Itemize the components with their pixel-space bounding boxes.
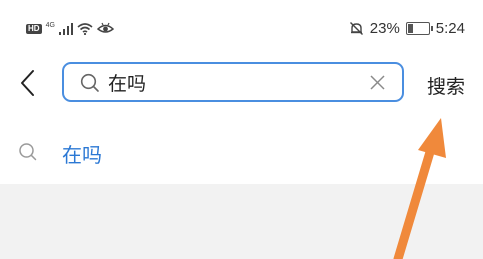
clear-button[interactable]	[369, 74, 386, 91]
search-icon	[19, 143, 37, 161]
network-type: 4G	[45, 22, 55, 29]
suggestion-text: 在吗	[62, 143, 102, 167]
status-bar: HD 4G 23% 5:24	[0, 0, 483, 56]
back-arrow-icon	[21, 70, 34, 96]
clock: 5:24	[435, 20, 465, 37]
status-left: HD 4G	[26, 22, 114, 35]
back-button[interactable]	[14, 68, 44, 98]
close-icon	[370, 75, 385, 90]
signal-icon	[58, 22, 73, 35]
battery-percent: 23%	[369, 20, 400, 37]
battery-icon	[405, 22, 433, 35]
hd-icon: HD	[26, 23, 42, 34]
status-right: 23% 5:24	[349, 20, 465, 37]
battery-level	[407, 24, 413, 33]
search-button[interactable]: 搜索	[427, 72, 465, 99]
eye-icon	[96, 22, 114, 33]
wifi-icon	[77, 23, 93, 35]
search-row: 搜索	[0, 56, 483, 112]
search-input[interactable]	[108, 68, 358, 96]
content-area	[0, 184, 483, 259]
search-box[interactable]	[62, 62, 404, 102]
search-icon	[80, 73, 99, 92]
suggestion-item[interactable]: 在吗	[0, 126, 483, 178]
mute-bell-icon	[349, 22, 363, 35]
